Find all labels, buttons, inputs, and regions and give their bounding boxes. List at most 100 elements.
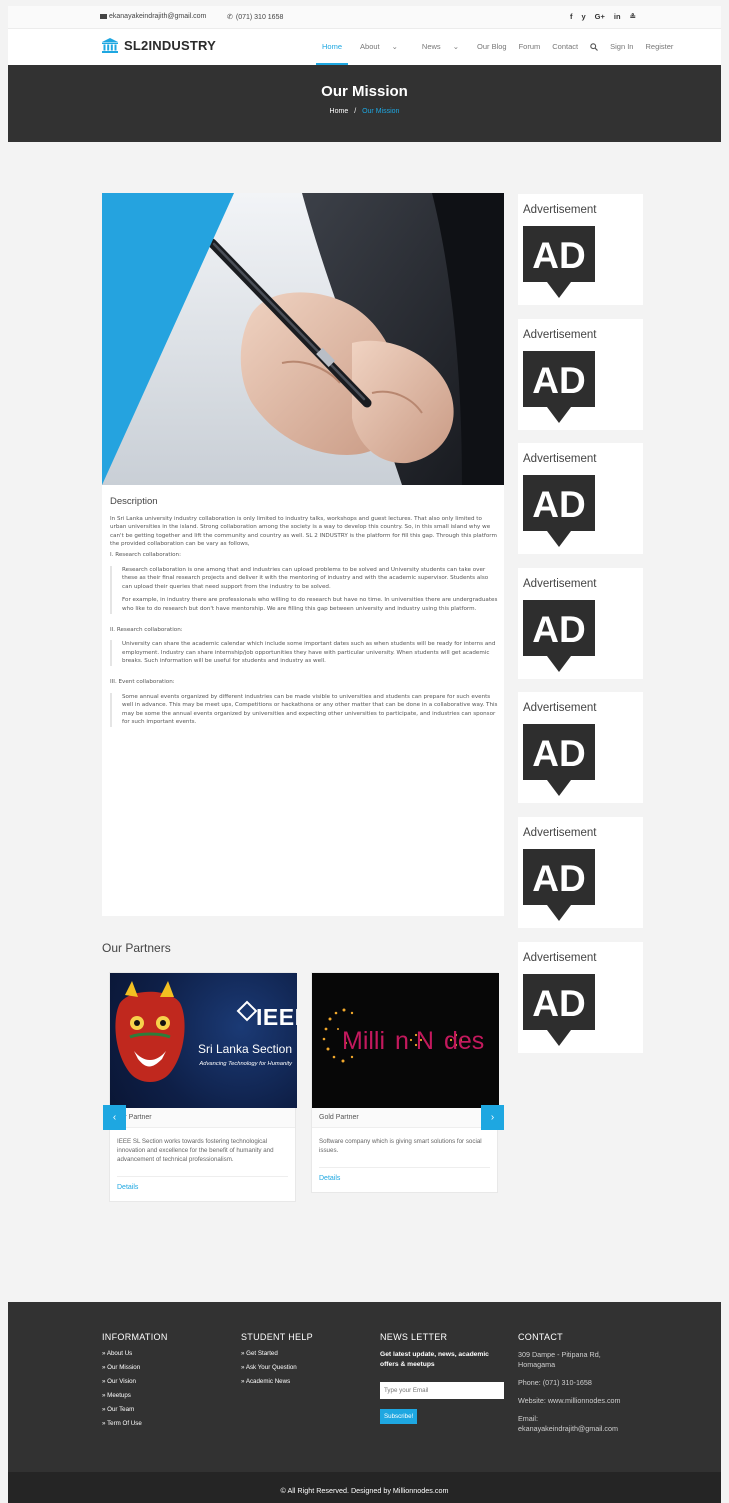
envelope-icon [100, 13, 107, 19]
top-phone[interactable]: ✆ (071) 310 1658 [227, 13, 283, 21]
ad-badge-text: AD [532, 733, 585, 774]
ad-badge-text: AD [532, 858, 585, 899]
nav-about[interactable]: About ⌄ [348, 29, 410, 65]
footer-heading: NEWS LETTER [380, 1332, 448, 1342]
carousel-next-button[interactable]: › [481, 1105, 504, 1130]
million-nodes-text-c: des [443, 1027, 485, 1055]
footer-link[interactable]: Meetups [102, 1392, 168, 1399]
advertisement-block[interactable]: Advertisement AD [518, 942, 643, 1053]
advertisement-block[interactable]: Advertisement AD [518, 568, 643, 679]
footer-information: INFORMATION About Us Our Mission Our Vis… [102, 1332, 168, 1434]
advertisement-title: Advertisement [523, 827, 597, 839]
description-content: Description In Sri Lanka university indu… [110, 496, 498, 739]
section-paragraph: Research collaboration is one among that… [122, 566, 489, 590]
newsletter-text: Get latest update, news, academic offers… [380, 1351, 489, 1368]
section-paragraph: University can share the academic calend… [122, 641, 496, 665]
hero-image [102, 193, 504, 485]
contact-website[interactable]: Website: www.millionnodes.com [518, 1396, 638, 1406]
partner-tier: Gold Partner [312, 1108, 497, 1128]
section-quote: University can share the academic calend… [110, 640, 498, 666]
footer-student-help: STUDENT HELP Get Started Ask Your Questi… [241, 1332, 313, 1392]
advertisement-block[interactable]: Advertisement AD [518, 692, 643, 803]
hand-pen-illustration [102, 193, 504, 485]
top-bar: ekanayakeindrajith@gmail.com ✆ (071) 310 … [8, 6, 721, 29]
ad-badge-icon: AD [523, 351, 595, 423]
ieee-mask-graphic [115, 981, 258, 1082]
footer-link[interactable]: Term Of Use [102, 1420, 168, 1427]
ad-badge-icon: AD [523, 724, 595, 796]
footer-link[interactable]: Ask Your Question [241, 1364, 313, 1371]
section-paragraph: Some annual events organized by differen… [122, 693, 498, 726]
advertisement-block[interactable]: Advertisement AD [518, 194, 643, 305]
footer-link[interactable]: Our Mission [102, 1364, 168, 1371]
section-title: II. Research collaboration: [110, 626, 183, 633]
nav-sign-in[interactable]: Sign In [604, 29, 639, 65]
chevron-down-icon: ⌄ [452, 42, 459, 51]
advertisement-title: Advertisement [523, 329, 597, 341]
advertisement-block[interactable]: Advertisement AD [518, 319, 643, 430]
section-paragraph: For example, in industry there are profe… [122, 597, 498, 612]
google-plus-icon[interactable]: G+ [595, 12, 605, 21]
chevron-left-icon: ‹ [112, 1112, 117, 1123]
page-title: Our Mission [321, 83, 408, 100]
linkedin-icon[interactable]: in [614, 12, 621, 21]
chevron-down-icon: ⌄ [391, 42, 398, 51]
newsletter-email-input[interactable] [380, 1382, 504, 1399]
page-banner: Our Mission Home / Our Mission [8, 65, 721, 142]
logo-text: SL2INDUSTRY [124, 38, 217, 53]
section-title: III. Event collaboration: [110, 678, 175, 685]
footer-contact: CONTACT 309 Dampe - Pitipana Rd, Homagam… [518, 1332, 638, 1442]
nav-forum[interactable]: Forum [513, 29, 547, 65]
section-quote: Research collaboration is one among that… [110, 565, 498, 614]
contact-email[interactable]: Email: ekanayakeindrajith@gmail.com [518, 1414, 638, 1434]
advertisement-block[interactable]: Advertisement AD [518, 817, 643, 928]
footer-heading: CONTACT [518, 1332, 563, 1342]
footer-heading: INFORMATION [102, 1332, 168, 1342]
github-icon[interactable]: ≗ [630, 12, 636, 21]
footer-link[interactable]: About Us [102, 1350, 168, 1357]
footer-heading: STUDENT HELP [241, 1332, 313, 1342]
nav-our-blog[interactable]: Our Blog [471, 29, 513, 65]
ad-badge-icon: AD [523, 974, 595, 1046]
copyright: © All Right Reserved. Designed by Millio… [8, 1472, 721, 1503]
breadcrumb-separator: / [354, 108, 357, 115]
partner-card[interactable]: Milli n N des Gold Partner Software compan… [311, 972, 499, 1193]
intro-paragraph: In Sri Lanka university industry collabo… [110, 515, 497, 548]
nav-contact[interactable]: Contact [546, 29, 584, 65]
nav-news[interactable]: News ⌄ [410, 29, 471, 65]
footer-link[interactable]: Our Vision [102, 1378, 168, 1385]
ieee-tagline: Advancing Technology for Humanity [199, 1061, 292, 1067]
advertisement-title: Advertisement [523, 578, 597, 590]
ad-badge-icon: AD [523, 226, 595, 298]
partner-details-link[interactable]: Details [319, 1167, 490, 1192]
nav-home[interactable]: Home [316, 29, 349, 65]
breadcrumb-home[interactable]: Home [330, 108, 349, 115]
facebook-icon[interactable]: f [570, 12, 573, 21]
advertisement-title: Advertisement [523, 952, 597, 964]
search-button[interactable] [584, 29, 604, 65]
description-heading: Description [110, 496, 158, 507]
nav-register[interactable]: Register [639, 29, 679, 65]
ad-badge-text: AD [532, 235, 585, 276]
ad-badge-icon: AD [523, 849, 595, 921]
ad-badge-icon: AD [523, 475, 595, 547]
footer-link[interactable]: Our Team [102, 1406, 168, 1413]
twitter-icon[interactable]: y [582, 12, 586, 21]
breadcrumb-current: Our Mission [362, 108, 400, 115]
carousel-prev-button[interactable]: ‹ [103, 1105, 126, 1130]
footer-link[interactable]: Get Started [241, 1350, 313, 1357]
partner-card[interactable]: IEEE Sri Lanka Section Advancing Technol… [109, 972, 297, 1202]
partner-details-link[interactable]: Details [117, 1176, 288, 1201]
footer-link[interactable]: Academic News [241, 1378, 313, 1385]
subscribe-button[interactable]: Subscribe! [380, 1409, 418, 1424]
ieee-title: IEEE [256, 1004, 297, 1030]
million-nodes-text-a: Milli [342, 1027, 386, 1055]
building-icon [102, 38, 118, 53]
top-email[interactable]: ekanayakeindrajith@gmail.com [100, 13, 206, 20]
advertisement-block[interactable]: Advertisement AD [518, 443, 643, 554]
search-icon [590, 43, 599, 51]
main-nav: Home About ⌄ News ⌄ Our Blog Forum Contact… [316, 29, 679, 65]
ad-badge-text: AD [532, 360, 585, 401]
ad-badge-text: AD [532, 609, 585, 650]
logo[interactable]: SL2INDUSTRY [102, 38, 216, 53]
